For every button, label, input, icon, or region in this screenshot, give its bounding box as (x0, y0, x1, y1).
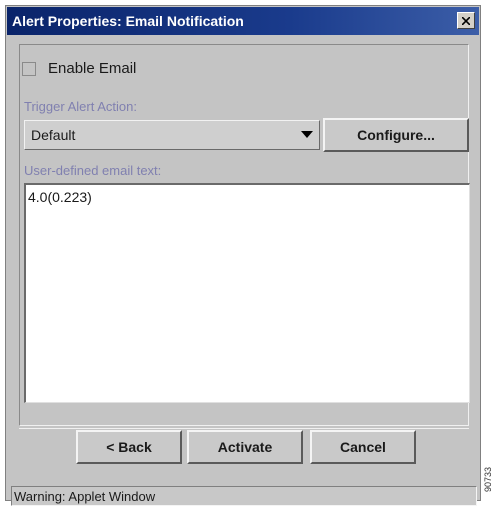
back-button[interactable]: < Back (76, 430, 182, 464)
trigger-alert-action-label: Trigger Alert Action: (24, 99, 137, 114)
enable-email-checkbox[interactable] (22, 62, 36, 76)
figure-id: 90733 (483, 466, 493, 492)
status-bar: Warning: Applet Window (11, 486, 477, 506)
close-button[interactable] (457, 12, 475, 29)
window-title: Alert Properties: Email Notification (12, 13, 244, 29)
trigger-alert-action-select[interactable]: Default (24, 120, 320, 150)
email-text-value: 4.0(0.223) (28, 189, 92, 205)
cancel-button[interactable]: Cancel (310, 430, 416, 464)
email-text-area[interactable]: 4.0(0.223) (24, 183, 470, 403)
enable-email-label: Enable Email (48, 60, 137, 77)
activate-button[interactable]: Activate (187, 430, 303, 464)
close-icon (462, 16, 470, 25)
status-text: Warning: Applet Window (14, 489, 156, 504)
title-bar[interactable]: Alert Properties: Email Notification (7, 7, 479, 35)
email-text-label: User-defined email text: (24, 163, 162, 178)
configure-button[interactable]: Configure... (323, 118, 469, 152)
chevron-down-icon (301, 131, 313, 138)
trigger-alert-action-value: Default (31, 127, 76, 143)
